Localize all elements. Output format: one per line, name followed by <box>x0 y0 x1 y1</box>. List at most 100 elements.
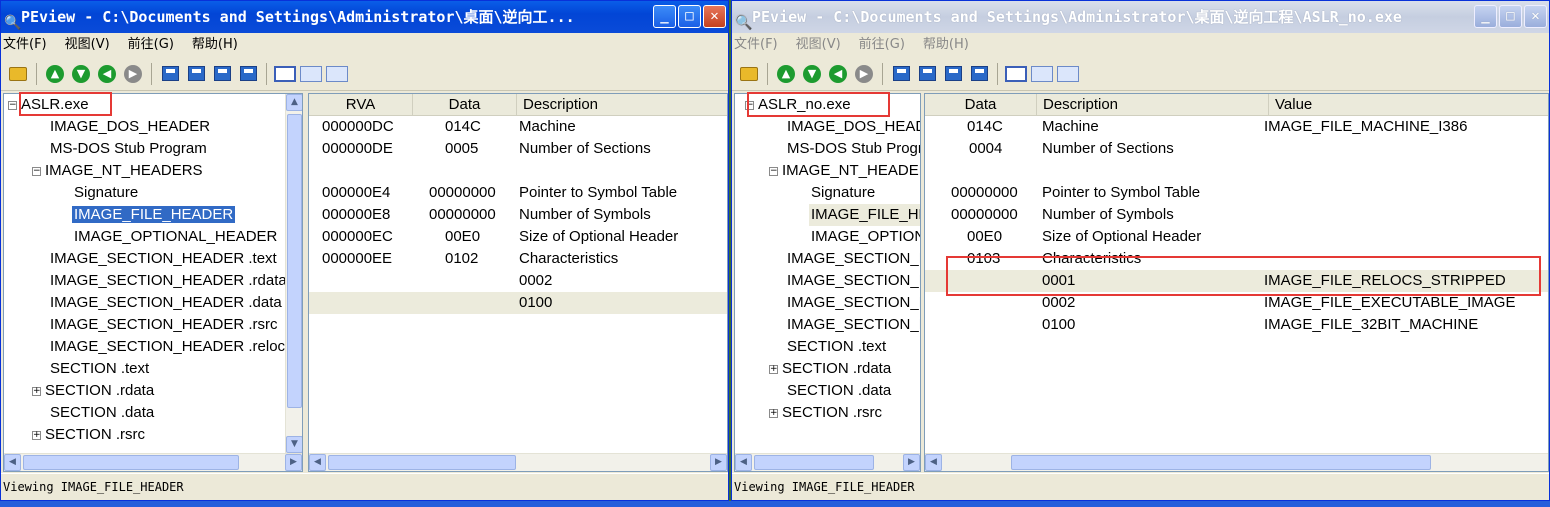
go-up-icon[interactable]: ▲ <box>775 63 797 85</box>
view-detail-icon[interactable] <box>1057 63 1079 85</box>
menu-go[interactable]: 前往(G) <box>859 33 905 57</box>
tree-item[interactable]: SECTION .text <box>787 336 886 358</box>
tree-item[interactable]: + SECTION .rdata <box>769 358 891 380</box>
scroll-right-icon[interactable]: ▶ <box>710 454 727 471</box>
menu-file[interactable]: 文件(F) <box>3 33 47 57</box>
table-row[interactable]: 000000DE 0005 Number of Sections <box>309 138 727 160</box>
close-button[interactable]: ✕ <box>1524 5 1547 28</box>
view-list-icon[interactable] <box>1031 63 1053 85</box>
collapse-icon[interactable]: − <box>745 100 754 110</box>
go-back-icon[interactable]: ◀ <box>96 63 118 85</box>
table-row[interactable]: 00000000 Number of Symbols <box>925 204 1548 226</box>
expand-icon[interactable]: + <box>32 386 41 396</box>
maximize-button[interactable]: □ <box>1499 5 1522 28</box>
tree-root[interactable]: − ASLR.exe <box>8 94 89 116</box>
tree-item[interactable]: IMAGE_SECTION_HEADER .text <box>787 248 920 270</box>
table-row[interactable]: 000000DC 014C Machine <box>309 116 727 138</box>
menu-help[interactable]: 帮助(H) <box>923 33 969 57</box>
table-row[interactable]: 0004 Number of Sections <box>925 138 1548 160</box>
column-header-value[interactable]: Value <box>1269 94 1548 116</box>
menu-view[interactable]: 视图(V) <box>796 33 841 57</box>
tree-item[interactable]: IMAGE_SECTION_HEADER .rdata <box>50 270 287 292</box>
expand-icon[interactable]: + <box>769 408 778 418</box>
menu-go[interactable]: 前往(G) <box>128 33 174 57</box>
data-grid[interactable]: Data Description Value 014C Machine IMAGE_… <box>924 93 1549 472</box>
collapse-icon[interactable]: − <box>32 166 41 176</box>
view-import-icon[interactable] <box>942 63 964 85</box>
go-forward-icon[interactable]: ▶ <box>853 63 875 85</box>
tree-item[interactable]: SECTION .data <box>787 380 891 402</box>
table-row[interactable]: 0002 IMAGE_FILE_EXECUTABLE_IMAGE <box>925 292 1548 314</box>
view-import-icon[interactable] <box>211 63 233 85</box>
tree-item[interactable]: IMAGE_SECTION_HEADER .reloc <box>50 336 285 358</box>
scroll-down-icon[interactable]: ▼ <box>286 436 302 453</box>
tree-item[interactable]: + SECTION .rsrc <box>32 424 145 446</box>
scroll-left-icon[interactable]: ◀ <box>735 454 752 471</box>
menu-help[interactable]: 帮助(H) <box>192 33 238 57</box>
horizontal-scrollbar[interactable]: ◀ ▶ <box>309 453 727 471</box>
tree-item[interactable]: MS-DOS Stub Program <box>50 138 207 160</box>
expand-icon[interactable]: + <box>32 430 41 440</box>
table-row[interactable]: 000000E4 00000000 Pointer to Symbol Table <box>309 182 727 204</box>
title-bar[interactable]: 🔍 PEview - C:\Documents and Settings\Adm… <box>1 1 728 33</box>
tree-item[interactable]: IMAGE_SECTION_HEADER .rsrc <box>50 314 278 336</box>
minimize-button[interactable]: _ <box>653 5 676 28</box>
open-folder-icon[interactable] <box>738 63 760 85</box>
tree-root[interactable]: − ASLR_no.exe <box>745 94 851 116</box>
table-row[interactable]: 000000EE 0102 Characteristics <box>309 248 727 270</box>
minimize-button[interactable]: _ <box>1474 5 1497 28</box>
tree-item[interactable]: IMAGE_DOS_HEADER <box>50 116 210 138</box>
column-header-data[interactable]: Data <box>925 94 1037 116</box>
scroll-thumb[interactable] <box>1011 455 1431 470</box>
view-list-icon[interactable] <box>300 63 322 85</box>
table-row[interactable]: 00E0 Size of Optional Header <box>925 226 1548 248</box>
tree-item[interactable]: −IMAGE_NT_HEADERS <box>769 160 920 182</box>
tree-item[interactable]: Signature <box>74 182 138 204</box>
table-row[interactable]: 000000E8 00000000 Number of Symbols <box>309 204 727 226</box>
horizontal-scrollbar[interactable]: ◀ ▶ <box>735 453 920 471</box>
column-header-data[interactable]: Data <box>413 94 517 116</box>
scroll-up-icon[interactable]: ▲ <box>286 94 302 111</box>
table-row[interactable]: 000000EC 00E0 Size of Optional Header <box>309 226 727 248</box>
go-down-icon[interactable]: ▼ <box>801 63 823 85</box>
menu-view[interactable]: 视图(V) <box>65 33 110 57</box>
tree-item[interactable]: + SECTION .rdata <box>32 380 154 402</box>
tree-item-selected[interactable]: IMAGE_FILE_HEADER <box>809 204 920 226</box>
tree-item[interactable]: IMAGE_SECTION_HEADER .data <box>787 292 920 314</box>
tree-item[interactable]: IMAGE_SECTION_HEADER .rdata <box>787 270 920 292</box>
scroll-left-icon[interactable]: ◀ <box>309 454 326 471</box>
tree-item[interactable]: −IMAGE_NT_HEADERS <box>32 160 203 182</box>
tree-item[interactable]: Signature <box>811 182 875 204</box>
expand-icon[interactable]: + <box>769 364 778 374</box>
scroll-left-icon[interactable]: ◀ <box>4 454 21 471</box>
scroll-left-icon[interactable]: ◀ <box>925 454 942 471</box>
table-row[interactable]: 0002 <box>309 270 727 292</box>
horizontal-scrollbar[interactable]: ◀ <box>925 453 1548 471</box>
view-header-icon[interactable] <box>890 63 912 85</box>
table-row[interactable]: 014C Machine IMAGE_FILE_MACHINE_I386 <box>925 116 1548 138</box>
tree-item-selected[interactable]: IMAGE_FILE_HEADER <box>72 204 236 226</box>
collapse-icon[interactable]: − <box>769 166 778 176</box>
column-header-description[interactable]: Description <box>1037 94 1269 116</box>
table-row[interactable]: 00000000 Pointer to Symbol Table <box>925 182 1548 204</box>
table-row-highlighted[interactable]: 0100 <box>309 292 727 314</box>
column-header-rva[interactable]: RVA <box>309 94 413 116</box>
scroll-thumb[interactable] <box>754 455 874 470</box>
view-detail-icon[interactable] <box>326 63 348 85</box>
vertical-scrollbar[interactable]: ▲ ▼ <box>285 94 302 453</box>
tree-item[interactable]: IMAGE_SECTION_HEADER .text <box>50 248 277 270</box>
tree-item[interactable]: IMAGE_SECTION_HEADER .rsrc <box>787 314 920 336</box>
close-button[interactable]: ✕ <box>703 5 726 28</box>
structure-tree[interactable]: −ASLR_no.exe IMAGE_DOS_HEADER MS-DOS Stu… <box>734 93 921 472</box>
go-up-icon[interactable]: ▲ <box>44 63 66 85</box>
go-back-icon[interactable]: ◀ <box>827 63 849 85</box>
view-section-icon[interactable] <box>916 63 938 85</box>
table-row[interactable]: 0103 Characteristics <box>925 248 1548 270</box>
tree-item[interactable]: IMAGE_SECTION_HEADER .data <box>50 292 282 314</box>
table-row[interactable]: 0100 IMAGE_FILE_32BIT_MACHINE <box>925 314 1548 336</box>
go-down-icon[interactable]: ▼ <box>70 63 92 85</box>
title-bar[interactable]: 🔍 PEview - C:\Documents and Settings\Adm… <box>732 1 1549 33</box>
tree-item[interactable]: + SECTION .rsrc <box>769 402 882 424</box>
open-folder-icon[interactable] <box>7 63 29 85</box>
tree-item[interactable]: MS-DOS Stub Program <box>787 138 920 160</box>
